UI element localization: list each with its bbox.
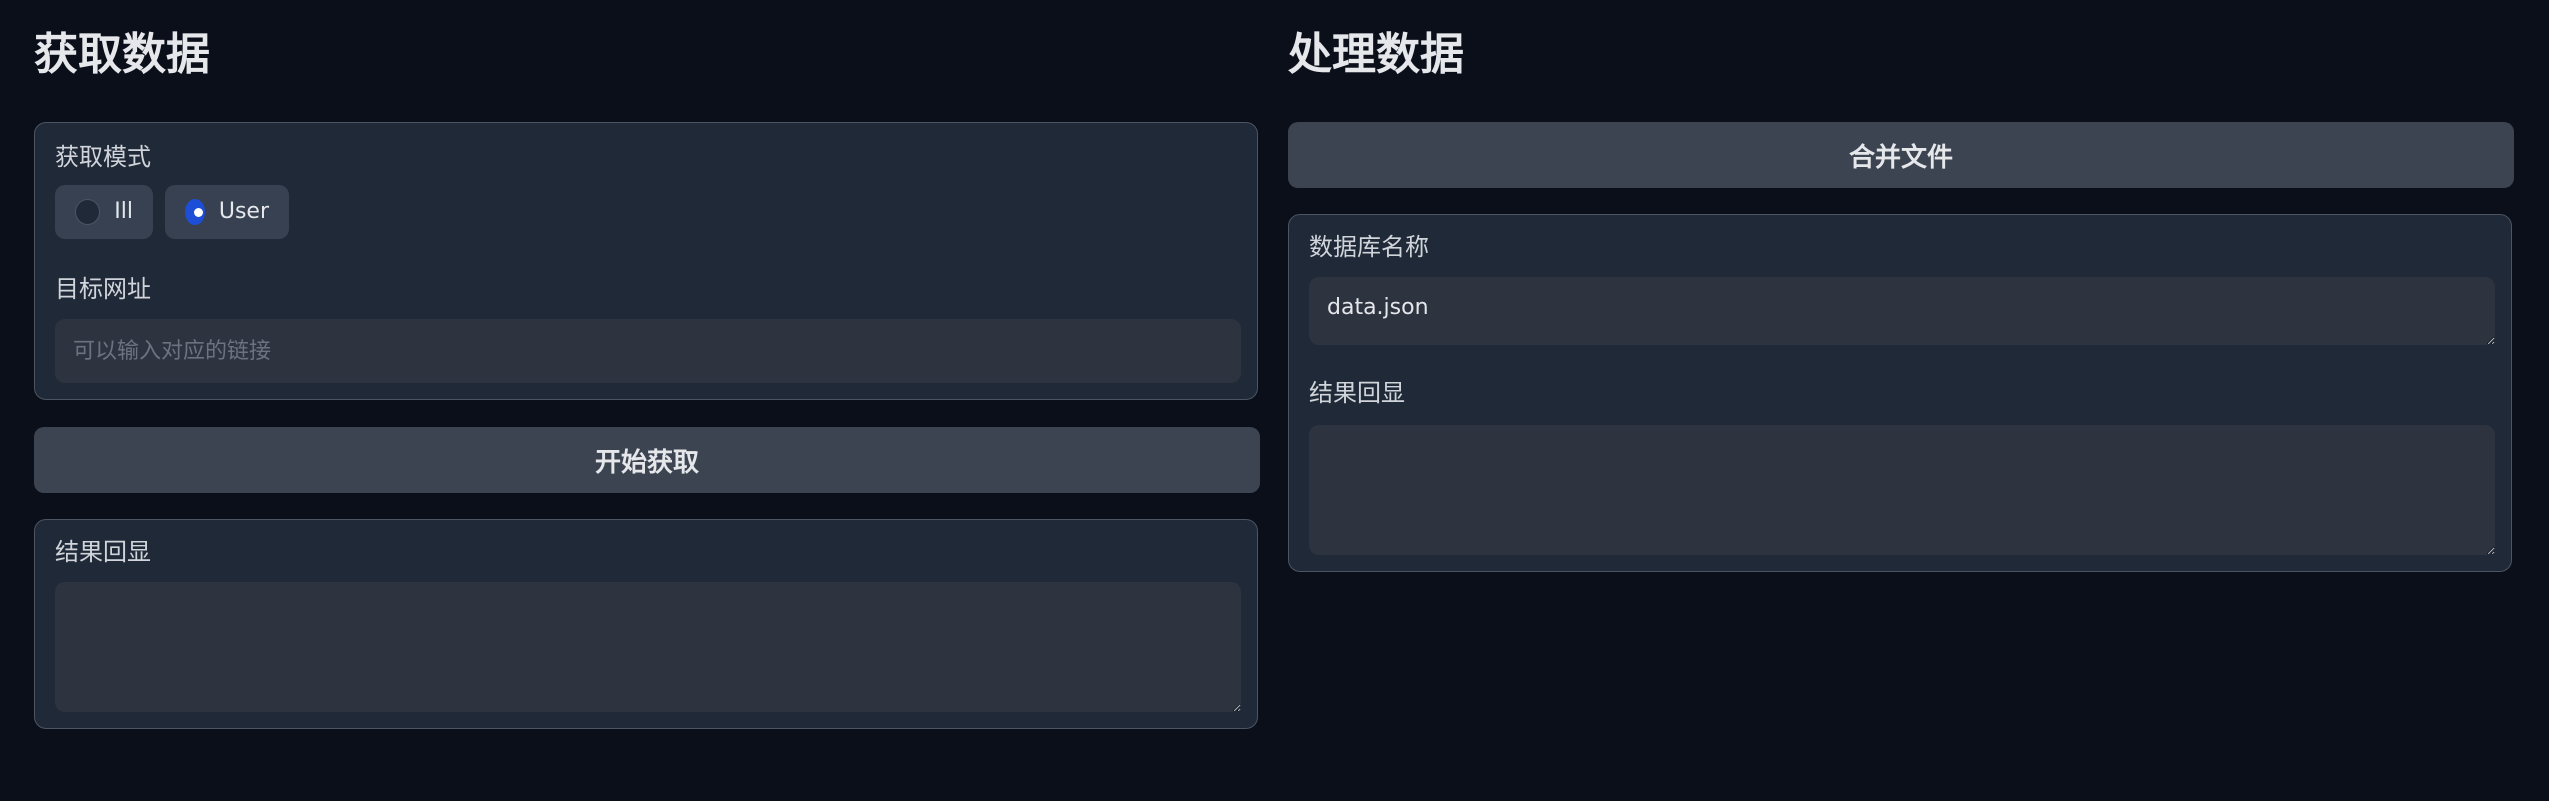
process-panel: 数据库名称 结果回显 [1288,214,2512,572]
fetch-result-panel: 结果回显 [34,519,1258,729]
mode-option-ill[interactable]: Ill [55,185,153,239]
radio-unchecked-icon [75,199,101,225]
merge-files-button[interactable]: 合并文件 [1288,122,2514,188]
start-fetch-button[interactable]: 开始获取 [34,427,1260,493]
database-name-textarea[interactable] [1309,277,2495,345]
process-data-title: 处理数据 [1288,29,1464,80]
database-name-label: 数据库名称 [1309,233,1429,261]
fetch-mode-label: 获取模式 [55,143,151,171]
radio-checked-icon [185,199,205,225]
target-url-input[interactable] [55,319,1241,383]
mode-option-label: User [218,199,269,224]
mode-option-label: Ill [114,199,133,224]
fetch-result-textarea[interactable] [55,582,1241,712]
process-result-textarea[interactable] [1309,425,2495,555]
mode-option-user[interactable]: User [165,185,289,239]
target-url-label: 目标网址 [55,275,151,303]
fetch-data-title: 获取数据 [34,29,210,80]
fetch-result-label: 结果回显 [55,538,151,566]
fetch-config-panel: 获取模式 Ill User 目标网址 [34,122,1258,400]
process-result-label: 结果回显 [1309,379,1405,407]
